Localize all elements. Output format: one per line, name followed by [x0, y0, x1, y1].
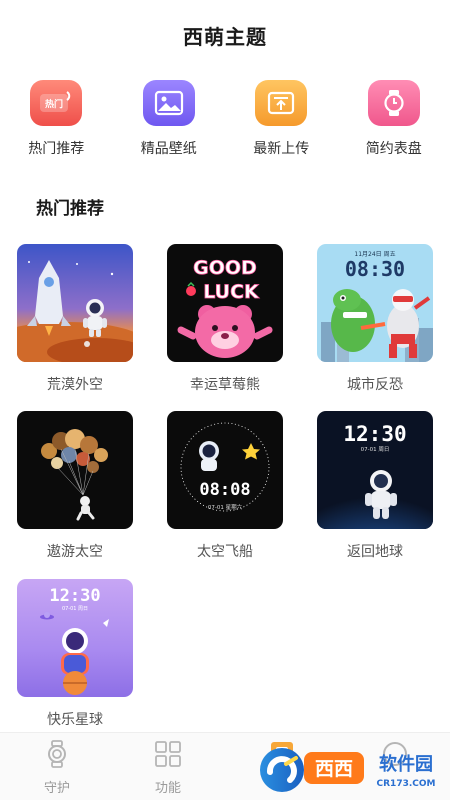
watchface-thumbnail[interactable] [17, 244, 133, 362]
quick-nav-watchface[interactable]: 简约表盘 [338, 80, 450, 158]
section-title: 热门推荐 [36, 199, 104, 219]
watchface-thumbnail[interactable]: 08:08 07-01 星期六 [167, 411, 283, 529]
quick-nav-label: 热门推荐 [28, 141, 85, 157]
watchface-time: 12:30 [49, 586, 100, 606]
watchface-label: 太空飞船 [197, 544, 253, 560]
watch-outline-icon [42, 739, 72, 773]
grid-icon [153, 739, 183, 773]
hot-icon-text: 热门 [45, 98, 63, 110]
watchface-time: 12:30 [343, 422, 406, 446]
watchface-date: 07-01 周日 [361, 446, 390, 453]
watchface-thumbnail[interactable]: 12:30 07-01 周日 [317, 411, 433, 529]
watchface-label: 荒漠外空 [47, 377, 103, 393]
site-watermark-logo: 西西 软件园 CR173.COM [256, 742, 450, 794]
page-title: 西萌主题 [183, 24, 267, 49]
watch-icon [367, 80, 420, 126]
tab-label: 功能 [154, 781, 181, 796]
watchface-time: 08:08 [199, 480, 250, 500]
good-text: GOOD [193, 257, 257, 279]
watchface-card[interactable]: 遨游太空 [17, 411, 133, 561]
watchface-date: 07-01 周日 [62, 606, 88, 612]
watchface-label: 城市反恐 [347, 377, 403, 393]
watchface-time: 08:30 [345, 257, 405, 281]
hot-icon: 热门 [30, 80, 83, 126]
watchface-card[interactable]: 12:30 07-01 周日 快乐星球 [17, 579, 133, 729]
app-header: 西萌主题 [0, 0, 450, 70]
watermark-text-1: 西西 [315, 758, 353, 780]
quick-nav: 热门 热门推荐 精品壁纸 最新上传 简约表盘 [0, 80, 450, 158]
watchface-card[interactable]: 荒漠外空 [17, 244, 133, 394]
watermark-text-3: CR173.COM [377, 779, 436, 789]
watchface-label: 遨游太空 [47, 544, 103, 560]
watchface-card[interactable]: 11月24日 周五 08:30 城市反恐 [317, 244, 433, 394]
tab-label: 守护 [43, 781, 70, 796]
watchface-thumbnail[interactable]: 12:30 07-01 周日 [17, 579, 133, 697]
quick-nav-hot[interactable]: 热门 热门推荐 [0, 80, 113, 158]
watchface-card[interactable]: 08:08 07-01 星期六 太空飞船 [167, 411, 283, 561]
watchface-label: 返回地球 [347, 544, 403, 560]
quick-nav-label: 简约表盘 [365, 141, 422, 157]
watchface-card[interactable]: 12:30 07-01 周日 返回地球 [317, 411, 433, 561]
quick-nav-upload[interactable]: 最新上传 [225, 80, 338, 158]
upload-icon [255, 80, 308, 126]
watchface-thumbnail[interactable]: GOOD LUCK [167, 244, 283, 362]
watchface-date: 07-01 星期六 [208, 503, 243, 511]
watchface-thumbnail[interactable] [17, 411, 133, 529]
quick-nav-label: 最新上传 [253, 141, 310, 157]
luck-text: LUCK [203, 281, 260, 303]
tab-guard[interactable]: 守护 [17, 739, 97, 796]
watchface-label: 幸运草莓熊 [190, 377, 260, 393]
watchface-thumbnail[interactable]: 11月24日 周五 08:30 [317, 244, 433, 362]
quick-nav-label: 精品壁纸 [140, 141, 197, 157]
tab-function[interactable]: 功能 [128, 739, 208, 796]
watchface-card[interactable]: GOOD LUCK 幸运草莓熊 [167, 244, 283, 394]
wallpaper-icon [142, 80, 195, 126]
quick-nav-wallpaper[interactable]: 精品壁纸 [113, 80, 226, 158]
watermark-text-2: 软件园 [379, 753, 433, 775]
watchface-label: 快乐星球 [47, 712, 103, 728]
